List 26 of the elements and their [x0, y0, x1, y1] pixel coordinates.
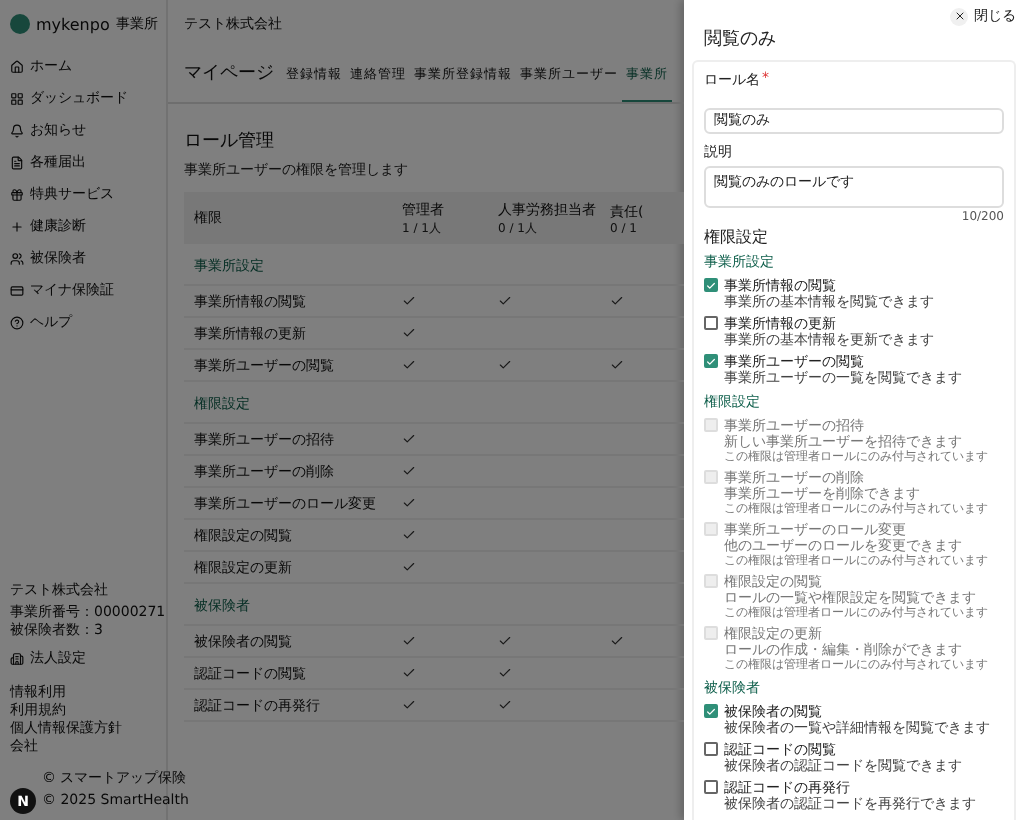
drawer-title: 閲覧のみ [704, 27, 778, 52]
close-icon [953, 10, 965, 22]
gift-icon [10, 187, 24, 201]
grid-icon [10, 91, 24, 105]
section-title: ロール管理 [184, 129, 276, 154]
check-icon [706, 279, 716, 291]
building-icon [10, 651, 24, 665]
help-icon [10, 315, 24, 329]
permissions-title: 権限設定 [704, 225, 770, 247]
home-icon [10, 59, 24, 73]
plus-icon [10, 219, 24, 233]
brand-name: mykenpo [36, 15, 110, 33]
card-icon [10, 283, 24, 297]
users-icon [10, 251, 24, 265]
checkbox[interactable] [704, 278, 718, 292]
checkbox[interactable] [704, 704, 718, 718]
checkbox[interactable] [704, 780, 718, 794]
document-icon [10, 155, 24, 169]
brand-logo-icon [10, 14, 30, 34]
check-icon [706, 355, 716, 367]
checkbox[interactable] [704, 742, 718, 756]
bell-icon [10, 123, 24, 137]
check-icon [706, 705, 716, 717]
checkbox[interactable] [704, 316, 718, 330]
page-title: マイページ [184, 62, 274, 88]
checkbox[interactable] [704, 354, 718, 368]
